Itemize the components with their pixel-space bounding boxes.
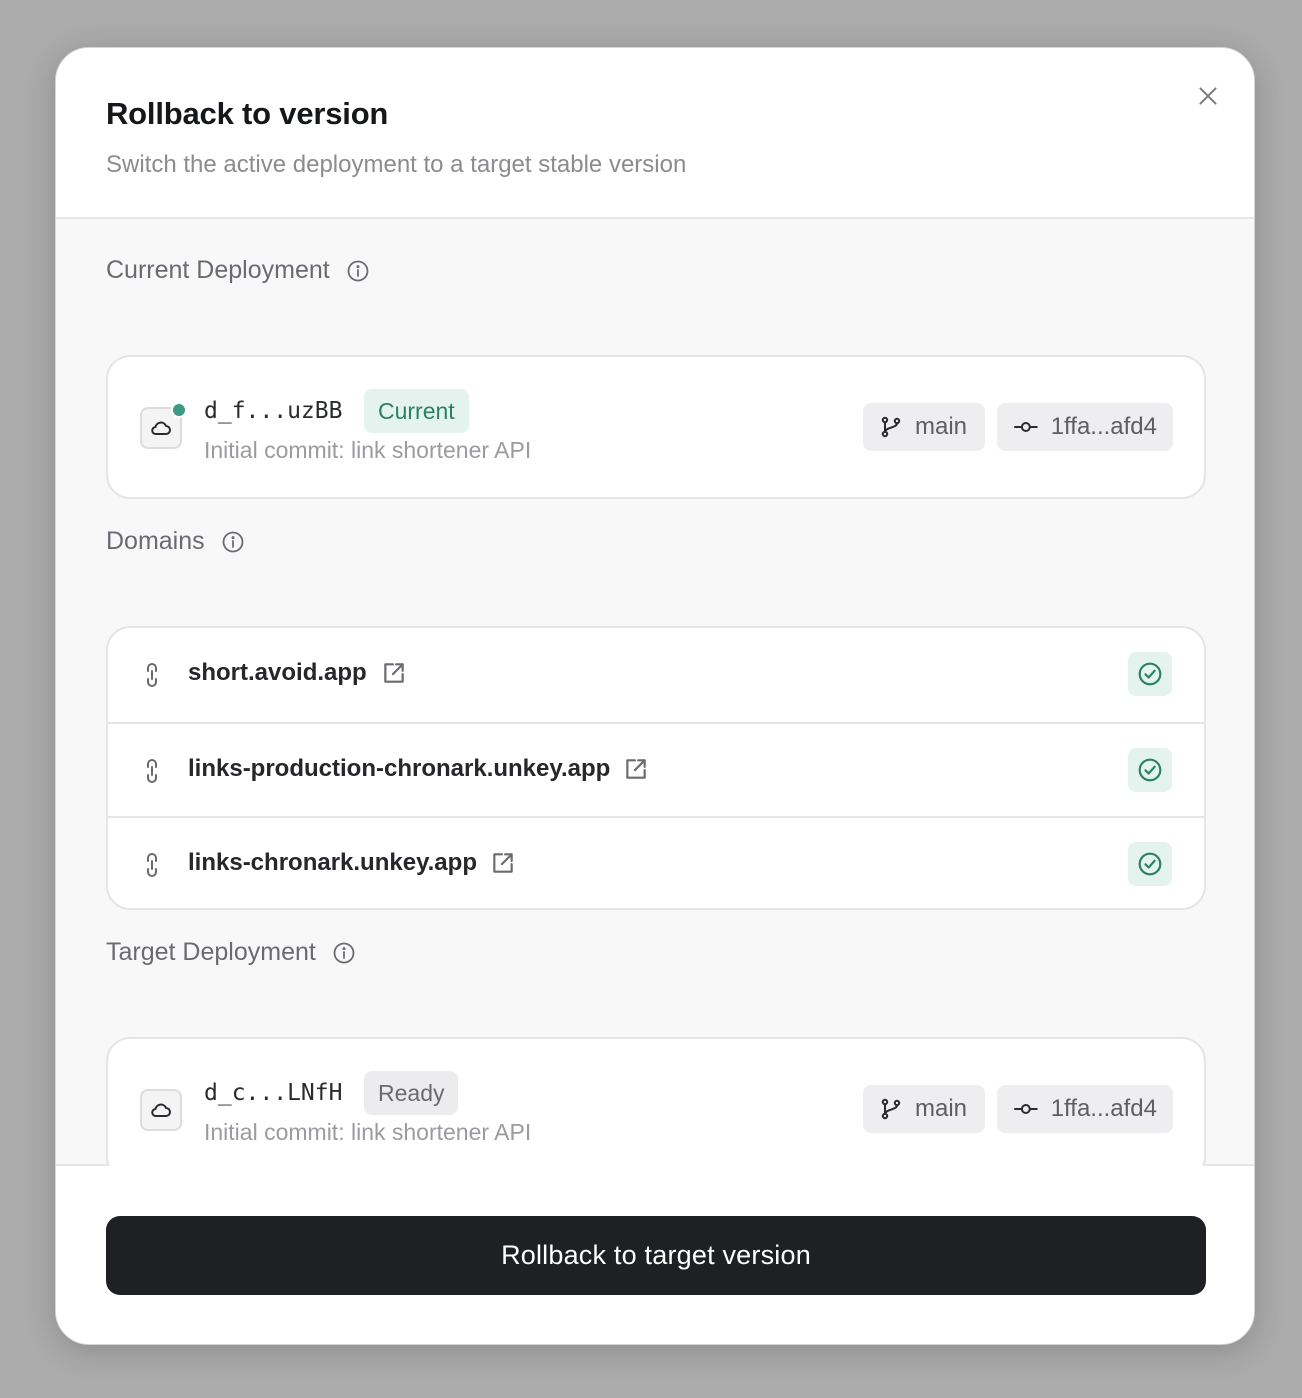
verified-check-icon bbox=[1128, 748, 1172, 792]
domain-row: links-production-chronark.unkey.app bbox=[108, 722, 1204, 816]
external-link-icon[interactable] bbox=[381, 660, 407, 686]
rollback-button[interactable]: Rollback to target version bbox=[106, 1216, 1206, 1295]
target-deployment-label: Target Deployment bbox=[106, 938, 356, 967]
dialog-header: Rollback to version Switch the active de… bbox=[56, 48, 1254, 219]
dialog-body: Current Deployment d_f...uzBB Current In… bbox=[56, 219, 1254, 1181]
cloud-icon bbox=[140, 402, 187, 449]
domain-name[interactable]: short.avoid.app bbox=[188, 659, 367, 687]
deployment-id: d_f...uzBB bbox=[204, 398, 343, 424]
active-status-dot bbox=[171, 402, 187, 418]
close-icon bbox=[1199, 87, 1217, 105]
domain-name[interactable]: links-production-chronark.unkey.app bbox=[188, 755, 610, 783]
commit-pill: 1ffa...afd4 bbox=[997, 403, 1173, 451]
close-button[interactable] bbox=[1190, 78, 1226, 114]
dialog-footer: Rollback to target version bbox=[56, 1166, 1254, 1344]
dialog-subtitle: Switch the active deployment to a target… bbox=[106, 151, 687, 178]
verified-check-icon bbox=[1128, 652, 1172, 696]
target-deployment-card[interactable]: d_c...LNfH Ready Initial commit: link sh… bbox=[106, 1037, 1206, 1181]
cloud-icon bbox=[140, 1089, 182, 1131]
status-badge: Current bbox=[364, 389, 469, 433]
status-badge: Ready bbox=[364, 1071, 459, 1115]
domain-name[interactable]: links-chronark.unkey.app bbox=[188, 849, 477, 877]
link-icon bbox=[140, 851, 164, 879]
domains-label: Domains bbox=[106, 527, 245, 556]
commit-message: Initial commit: link shortener API bbox=[204, 1119, 532, 1145]
commit-message: Initial commit: link shortener API bbox=[204, 437, 532, 463]
current-deployment-card[interactable]: d_f...uzBB Current Initial commit: link … bbox=[106, 355, 1206, 499]
external-link-icon[interactable] bbox=[623, 756, 649, 782]
git-commit-icon bbox=[1013, 1104, 1038, 1114]
branch-pill: main bbox=[863, 403, 985, 451]
link-icon bbox=[140, 757, 164, 785]
rollback-dialog: Rollback to version Switch the active de… bbox=[55, 47, 1255, 1345]
dialog-title: Rollback to version bbox=[106, 96, 389, 131]
deployment-id: d_c...LNfH bbox=[204, 1080, 343, 1106]
info-icon[interactable] bbox=[346, 259, 370, 283]
external-link-icon[interactable] bbox=[490, 850, 516, 876]
domain-row: links-chronark.unkey.app bbox=[108, 816, 1204, 910]
current-deployment-label: Current Deployment bbox=[106, 256, 370, 285]
git-commit-icon bbox=[1013, 422, 1038, 432]
link-icon bbox=[140, 661, 164, 689]
branch-pill: main bbox=[863, 1085, 985, 1133]
domain-row: short.avoid.app bbox=[108, 628, 1204, 722]
info-icon[interactable] bbox=[332, 941, 356, 965]
domains-list: short.avoid.app links-production-chronar… bbox=[106, 626, 1206, 910]
git-branch-icon bbox=[881, 1098, 901, 1120]
info-icon[interactable] bbox=[221, 530, 245, 554]
git-branch-icon bbox=[881, 416, 901, 438]
verified-check-icon bbox=[1128, 842, 1172, 886]
commit-pill: 1ffa...afd4 bbox=[997, 1085, 1173, 1133]
